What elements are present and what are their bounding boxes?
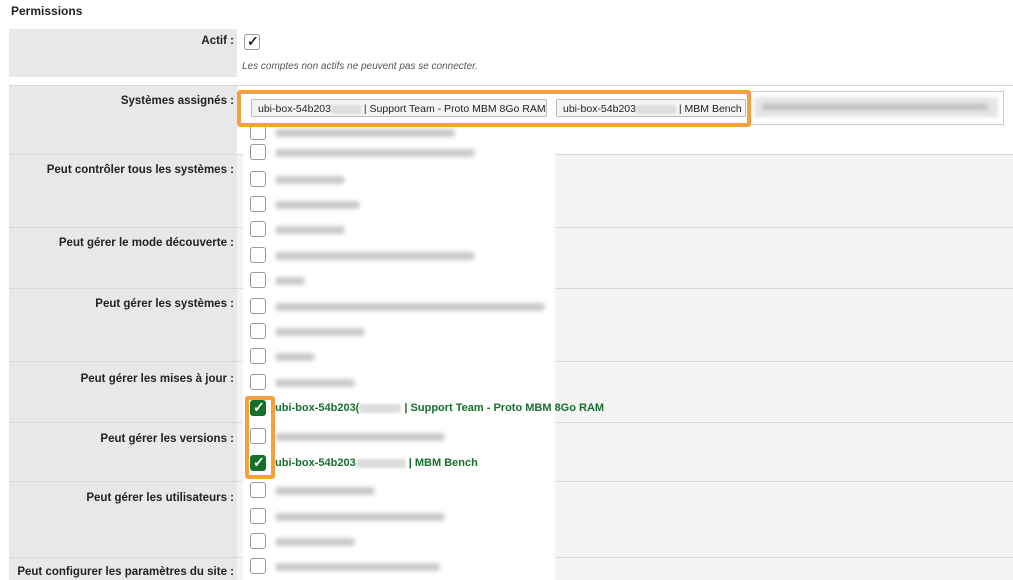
tag-mbm-bench[interactable]: ubi-box-54b203 | MBM Bench <box>556 99 746 117</box>
tag-support-team-prefix: ubi-box-54b203 <box>258 103 331 115</box>
option-suffix: | MBM Bench <box>408 457 478 469</box>
actif-label: Actif : <box>9 29 237 77</box>
tag-support-team[interactable]: ubi-box-54b203 | Support Team - Proto MB… <box>251 99 547 117</box>
tag-mbm-bench-prefix: ubi-box-54b203 <box>563 103 636 115</box>
gerer-systemes-label: Peut gérer les systèmes : <box>9 289 237 361</box>
systemes-dropdown: ubi-box-54b203( | Support Team - Proto M… <box>243 120 604 580</box>
actif-hint: Les comptes non actifs ne peuvent pas se… <box>242 61 478 72</box>
checked-checkbox-icon[interactable] <box>250 454 266 471</box>
decouverte-label: Peut gérer le mode découverte : <box>9 228 237 288</box>
versions-label: Peut gérer les versions : <box>9 423 237 481</box>
tag-support-team-suffix: | Support Team - Proto MBM 8Go RAM <box>363 103 546 115</box>
systemes-assignes-label: Systèmes assignés : <box>9 86 237 154</box>
tag-mbm-bench-suffix: | MBM Bench <box>678 103 742 115</box>
actif-checkbox[interactable] <box>244 33 260 50</box>
checked-checkbox-icon[interactable] <box>250 399 266 416</box>
parametres-label: Peut configurer les paramètres du site : <box>9 558 237 580</box>
utilisateurs-label: Peut gérer les utilisateurs : <box>9 482 237 557</box>
row-actif: Actif : <box>9 29 1013 77</box>
controler-label: Peut contrôler tous les systèmes : <box>9 155 237 227</box>
section-title: Permissions <box>11 4 83 18</box>
option-prefix: ubi-box-54b203( <box>275 402 360 414</box>
option-prefix: ubi-box-54b203 <box>275 457 356 469</box>
option-suffix: | Support Team - Proto MBM 8Go RAM <box>404 402 605 414</box>
mises-a-jour-label: Peut gérer les mises à jour : <box>9 362 237 422</box>
